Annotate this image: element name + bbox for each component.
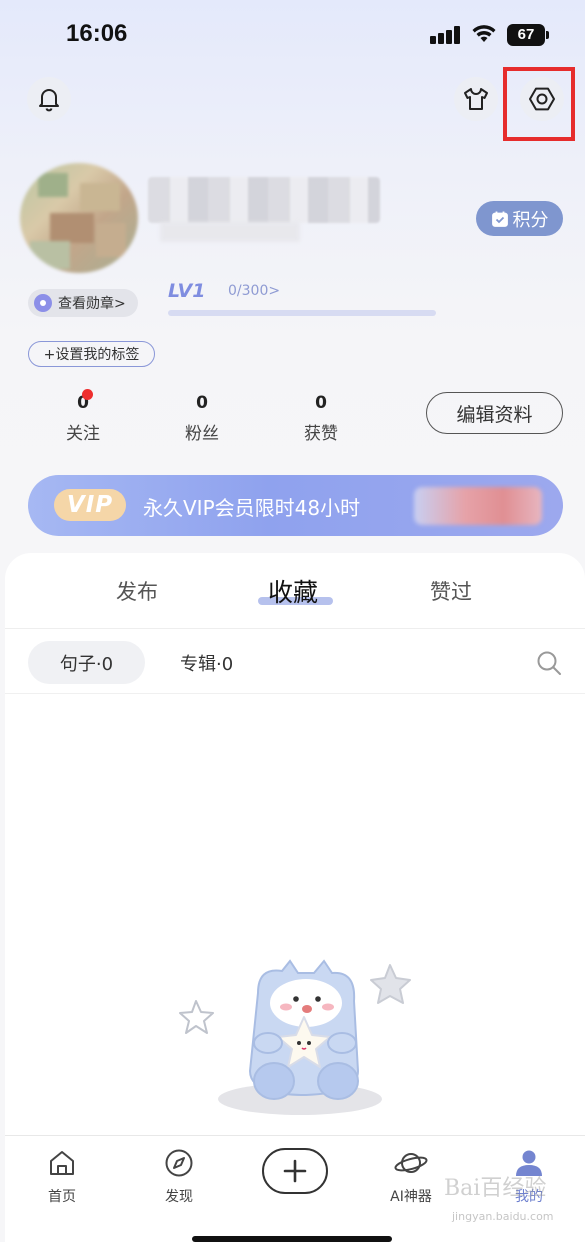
nav-ai-label: AI神器: [390, 1189, 432, 1205]
stat-likes[interactable]: 0 获赞: [286, 393, 356, 444]
status-time: 16:06: [66, 20, 128, 47]
nav-home-label: 首页: [48, 1189, 76, 1205]
level-progress-text[interactable]: 0/300>: [228, 283, 280, 299]
filter-albums[interactable]: 专辑·0: [180, 650, 233, 676]
search-icon[interactable]: [535, 649, 563, 677]
user-id-blurred: [160, 222, 300, 242]
planet-icon: [394, 1153, 428, 1173]
tab-collect[interactable]: 收藏: [268, 573, 318, 609]
filter-divider: [5, 693, 585, 694]
points-label: 积分: [512, 209, 549, 231]
empty-state-illustration: [179, 959, 411, 1115]
nav-ai-tools[interactable]: AI神器: [376, 1148, 446, 1206]
level-progress-bar: [168, 310, 436, 316]
calendar-check-icon: [491, 211, 508, 227]
nav-discover[interactable]: 发现: [144, 1148, 214, 1206]
stat-label: 获赞: [304, 424, 338, 444]
edit-profile-button[interactable]: 编辑资料: [426, 392, 563, 434]
nav-discover-label: 发现: [165, 1189, 193, 1205]
wifi-icon: [472, 25, 496, 42]
tabs-divider: [5, 628, 585, 629]
view-badges-button[interactable]: 查看勋章>: [28, 289, 138, 317]
notifications-button[interactable]: [27, 77, 71, 121]
filter-sentences[interactable]: 句子·0: [28, 641, 145, 684]
stat-following[interactable]: 0 关注: [48, 393, 118, 444]
battery-cap: [546, 31, 549, 39]
stat-followers[interactable]: 0 粉丝: [167, 393, 237, 444]
vip-countdown-blurred: [414, 487, 542, 525]
create-post-button[interactable]: [262, 1148, 328, 1194]
plus-icon: [283, 1159, 307, 1183]
nav-home[interactable]: 首页: [27, 1148, 97, 1206]
home-indicator: [192, 1236, 392, 1242]
bell-icon: [39, 89, 59, 112]
stat-label: 关注: [66, 424, 100, 444]
shirt-icon: [464, 88, 488, 110]
watermark: Bai百经验: [444, 1176, 547, 1201]
set-tags-button[interactable]: +设置我的标签: [28, 341, 155, 367]
compass-icon: [165, 1149, 193, 1177]
tab-liked[interactable]: 赞过: [430, 576, 472, 606]
outfit-button[interactable]: [454, 77, 498, 121]
vip-badge: VIP: [54, 489, 126, 521]
home-icon: [50, 1151, 74, 1175]
settings-highlight-box: [503, 67, 575, 141]
level-label: LV1: [168, 280, 206, 302]
points-button[interactable]: 积分: [476, 201, 563, 236]
avatar[interactable]: [20, 163, 138, 273]
cellular-signal-icon: [430, 26, 462, 44]
tab-publish[interactable]: 发布: [116, 576, 158, 606]
notification-dot: [82, 389, 93, 400]
vip-promo-text: 永久VIP会员限时48小时: [143, 496, 361, 520]
stat-value: 0: [196, 393, 208, 413]
view-badges-label: 查看勋章>: [58, 296, 126, 312]
badge-icon: [34, 294, 52, 312]
username-blurred: [148, 177, 380, 223]
battery-indicator: 67: [507, 24, 545, 46]
stat-label: 粉丝: [185, 424, 219, 444]
stat-value: 0: [315, 393, 327, 413]
watermark-url: jingyan.baidu.com: [452, 1210, 554, 1223]
